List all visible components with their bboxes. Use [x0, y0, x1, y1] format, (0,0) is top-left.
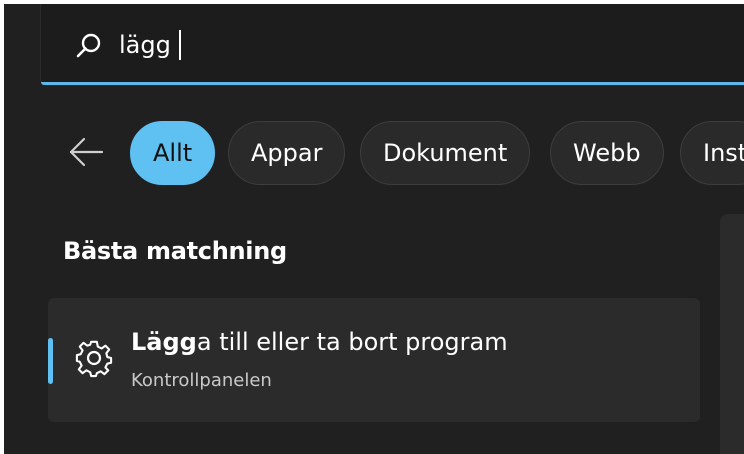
- filter-chip-dokument[interactable]: Dokument: [360, 121, 531, 185]
- search-box[interactable]: lägg: [40, 4, 744, 86]
- back-arrow-icon[interactable]: [68, 136, 104, 168]
- best-match-result[interactable]: Lägga till eller ta bort program Kontrol…: [48, 298, 700, 422]
- search-icon: [76, 33, 101, 58]
- search-window: lägg Allt Appar Dokument Webb Inst Bästa…: [4, 4, 744, 454]
- result-title: Lägga till eller ta bort program: [131, 328, 508, 356]
- selection-indicator: [48, 338, 53, 384]
- result-title-match: Lägg: [131, 328, 197, 356]
- filter-chip-inst[interactable]: Inst: [680, 121, 744, 185]
- search-input[interactable]: lägg: [119, 30, 181, 60]
- search-focus-underline: [41, 82, 744, 85]
- filter-chip-appar[interactable]: Appar: [228, 121, 346, 185]
- search-query: lägg: [119, 31, 171, 59]
- result-title-rest: a till eller ta bort program: [196, 328, 508, 356]
- result-subtitle: Kontrollpanelen: [131, 370, 272, 391]
- filter-chip-allt[interactable]: Allt: [130, 121, 216, 185]
- text-caret: [178, 30, 181, 60]
- section-heading-best-match: Bästa matchning: [63, 237, 287, 265]
- preview-pane: [720, 214, 744, 454]
- gear-icon: [75, 340, 113, 378]
- filter-chip-webb[interactable]: Webb: [550, 121, 664, 185]
